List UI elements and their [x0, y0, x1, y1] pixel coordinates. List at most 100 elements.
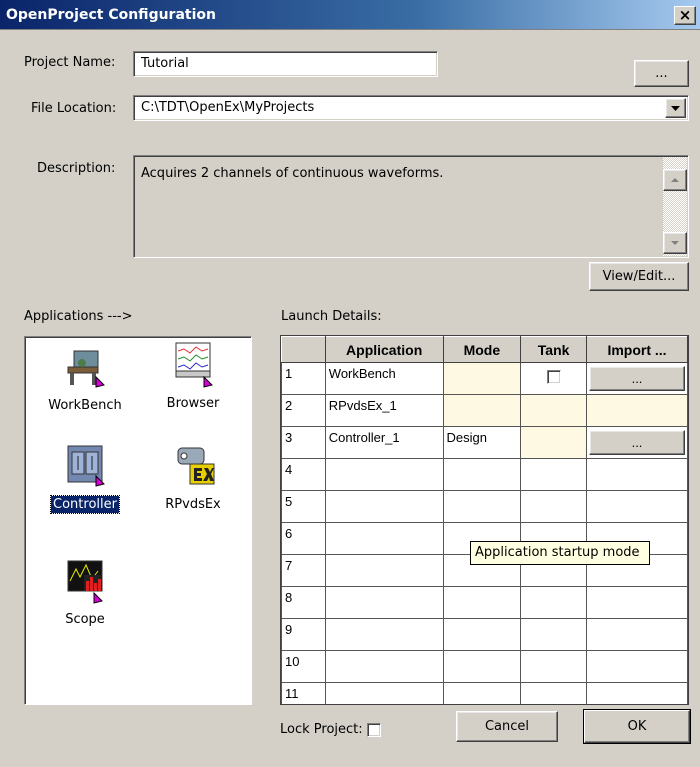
application-cell[interactable]	[324, 458, 444, 491]
import-cell[interactable]	[586, 394, 688, 427]
app-browser[interactable]: Browser	[143, 341, 243, 412]
tank-cell[interactable]	[520, 458, 587, 491]
column-header[interactable]: Tank	[520, 336, 587, 363]
tank-cell[interactable]	[520, 650, 587, 683]
table-row: 3 Controller_1 Design ...	[281, 426, 688, 459]
project-name-input[interactable]: Tutorial	[133, 51, 438, 77]
import-cell[interactable]	[586, 682, 688, 704]
import-cell[interactable]	[586, 490, 688, 523]
applications-panel: WorkBench Browser Controller RPvdsEx Sco…	[24, 336, 252, 705]
table-row: 2 RPvdsEx_1	[281, 394, 688, 427]
app-rpvdsex[interactable]: RPvdsEx	[143, 444, 243, 513]
description-label: Description:	[37, 161, 116, 176]
tank-cell[interactable]	[520, 586, 587, 619]
cancel-button[interactable]: Cancel	[456, 711, 558, 742]
scroll-down-button[interactable]	[663, 232, 687, 254]
application-cell[interactable]	[324, 650, 444, 683]
row-number: 3	[281, 426, 326, 459]
browse-button[interactable]: ...	[634, 60, 689, 87]
tank-checkbox[interactable]	[546, 370, 561, 384]
app-controller[interactable]: Controller	[35, 444, 135, 514]
import-cell[interactable]	[586, 458, 688, 491]
launch-details-grid[interactable]: Application Mode Tank Import ... 1 WorkB…	[280, 335, 689, 705]
tank-cell[interactable]	[520, 682, 587, 704]
table-header-row: Application Mode Tank Import ...	[281, 336, 688, 363]
table-row: 8	[281, 586, 688, 619]
browse-button-label: ...	[655, 66, 668, 81]
table-row: 9	[281, 618, 688, 651]
application-cell[interactable]: WorkBench	[324, 362, 444, 395]
mode-cell[interactable]	[442, 682, 522, 704]
application-cell[interactable]	[324, 554, 444, 587]
file-location-dropdown[interactable]: C:\TDT\OpenEx\MyProjects	[133, 95, 689, 121]
scope-icon	[67, 560, 103, 604]
table-row: 1 WorkBench ...	[281, 362, 688, 395]
rpvdsex-icon	[177, 447, 215, 485]
import-cell[interactable]	[586, 618, 688, 651]
column-header[interactable]: Import ...	[586, 336, 688, 363]
view-edit-button[interactable]: View/Edit...	[589, 262, 689, 291]
app-label: RPvdsEx	[165, 497, 221, 512]
app-workbench[interactable]: WorkBench	[35, 349, 135, 414]
tank-cell[interactable]	[520, 490, 587, 523]
lock-project-checkbox[interactable]	[367, 723, 381, 737]
application-cell[interactable]	[324, 490, 444, 523]
description-box[interactable]: Acquires 2 channels of continuous wavefo…	[133, 155, 689, 258]
mode-cell[interactable]	[442, 394, 522, 427]
controller-icon	[67, 445, 105, 487]
application-cell[interactable]	[324, 682, 444, 704]
column-header[interactable]: Mode	[442, 336, 522, 363]
close-icon: ×	[678, 6, 692, 24]
scroll-up-button[interactable]	[663, 169, 687, 191]
scroll-down-icon	[671, 241, 679, 245]
lock-project-label: Lock Project:	[280, 722, 363, 737]
browser-icon	[175, 342, 213, 388]
close-button[interactable]: ×	[674, 6, 696, 25]
view-edit-label: View/Edit...	[602, 269, 676, 284]
import-cell[interactable]	[586, 650, 688, 683]
mode-cell[interactable]	[442, 490, 522, 523]
row-number: 11	[281, 682, 326, 704]
table-row: 4	[281, 458, 688, 491]
mode-cell[interactable]	[442, 458, 522, 491]
scroll-up-icon	[671, 178, 679, 182]
mode-cell[interactable]	[442, 362, 522, 395]
mode-cell[interactable]	[442, 586, 522, 619]
mode-tooltip: Application startup mode	[470, 541, 650, 565]
column-header[interactable]	[281, 336, 326, 363]
dropdown-arrow-button[interactable]	[665, 98, 686, 118]
table-row: 11	[281, 682, 688, 704]
column-header[interactable]: Application	[324, 336, 444, 363]
tank-cell[interactable]	[520, 362, 587, 395]
mode-cell[interactable]	[442, 618, 522, 651]
application-cell[interactable]	[324, 522, 444, 555]
application-cell[interactable]: Controller_1	[324, 426, 444, 459]
tank-cell[interactable]	[520, 394, 587, 427]
tank-cell[interactable]	[520, 426, 587, 459]
app-scope[interactable]: Scope	[35, 559, 135, 628]
row-number: 7	[281, 554, 326, 587]
ok-button[interactable]: OK	[584, 710, 690, 743]
workbench-icon	[67, 350, 105, 388]
row-number: 2	[281, 394, 326, 427]
row-number: 9	[281, 618, 326, 651]
import-button[interactable]: ...	[589, 366, 685, 391]
app-label: WorkBench	[48, 398, 122, 413]
cancel-button-label: Cancel	[484, 719, 530, 734]
row-number: 8	[281, 586, 326, 619]
application-cell[interactable]	[324, 586, 444, 619]
import-button[interactable]: ...	[589, 430, 685, 455]
mode-cell[interactable]	[442, 650, 522, 683]
description-scrollbar[interactable]	[663, 157, 687, 256]
project-name-label: Project Name:	[24, 55, 116, 70]
import-cell[interactable]	[586, 586, 688, 619]
ok-button-label: OK	[627, 719, 647, 734]
file-location-label: File Location:	[31, 101, 117, 116]
application-cell[interactable]: RPvdsEx_1	[324, 394, 444, 427]
chevron-down-icon	[671, 106, 680, 111]
application-cell[interactable]	[324, 618, 444, 651]
mode-cell[interactable]: Design	[442, 426, 522, 459]
table-row: 5	[281, 490, 688, 523]
tank-cell[interactable]	[520, 618, 587, 651]
project-name-value: Tutorial	[141, 56, 189, 71]
